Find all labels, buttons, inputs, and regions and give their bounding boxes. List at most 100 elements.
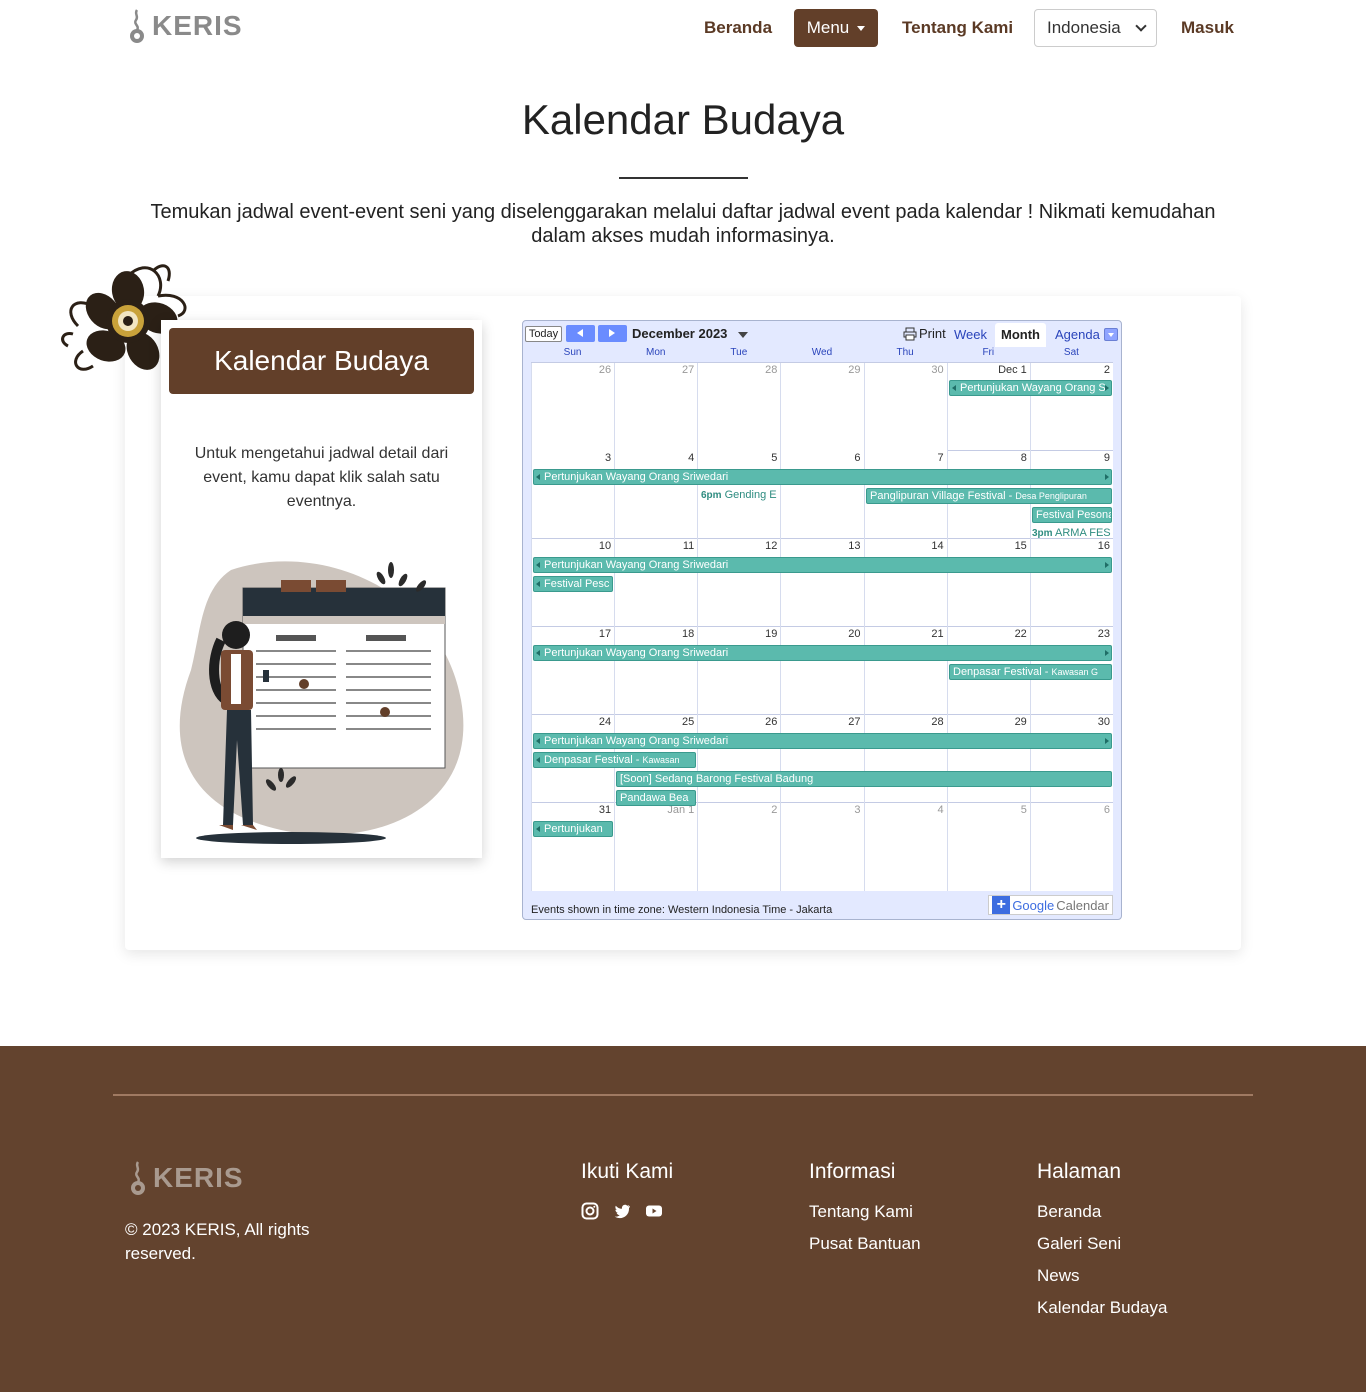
- event-location: Kawasan: [642, 755, 680, 765]
- calendar-day-cell[interactable]: 28: [697, 363, 781, 451]
- calendar-day-cell[interactable]: 18: [614, 627, 697, 715]
- calendar-day-cell[interactable]: 6: [1029, 803, 1113, 891]
- event-festival-pesona[interactable]: Festival Pesona: [1032, 507, 1112, 523]
- weekday-sat: Sat: [1063, 347, 1079, 358]
- calendar-day-cell[interactable]: 2: [1029, 363, 1113, 451]
- event-wayang-orang[interactable]: Pertunjukan Wayang Orang S: [949, 380, 1112, 396]
- calendar-day-cell[interactable]: 2: [697, 803, 781, 891]
- calendar-day-cell[interactable]: Jan 1: [614, 803, 698, 891]
- event-penglipuran[interactable]: Panglipuran Village Festival - Desa Peng…: [866, 488, 1112, 504]
- event-wayang-orang[interactable]: Pertunjukan Wayang Orang Sriwedari: [533, 557, 1112, 573]
- footer-link-pusat-bantuan[interactable]: Pusat Bantuan: [809, 1234, 921, 1254]
- calendar-day-cell[interactable]: 28: [863, 715, 947, 803]
- menu-label: Menu: [806, 18, 850, 37]
- footer-link-news[interactable]: News: [1037, 1266, 1167, 1286]
- weekday-tue: Tue: [730, 347, 748, 358]
- follow-title: Ikuti Kami: [581, 1160, 674, 1183]
- event-wayang-orang[interactable]: Pertunjukan Wayang Orang Sriwedari: [533, 469, 1112, 485]
- footer-link-galeri-seni[interactable]: Galeri Seni: [1037, 1234, 1167, 1254]
- calendar-day-cell[interactable]: 26: [531, 363, 615, 451]
- page-intro: Temukan jadwal event-event seni yang dis…: [150, 201, 1216, 247]
- calendar-day-cell[interactable]: 26: [697, 715, 780, 803]
- calendar-day-cell[interactable]: 4: [863, 803, 947, 891]
- language-select[interactable]: Indonesia: [1034, 9, 1157, 47]
- language-value: Indonesia: [1047, 18, 1121, 37]
- calendar-day-cell[interactable]: 29: [780, 363, 864, 451]
- calendar-day-cell[interactable]: 14: [863, 539, 947, 627]
- today-button[interactable]: Today: [525, 326, 562, 342]
- calendar-day-cell[interactable]: 29: [946, 715, 1030, 803]
- calendar-day-cell[interactable]: 15: [946, 539, 1030, 627]
- calendar-day-cell[interactable]: 13: [780, 539, 863, 627]
- event-wayang-orang[interactable]: Pertunjukan Wayang Orang Sriwedari: [533, 733, 1112, 749]
- calendar-day-cell[interactable]: 20: [780, 627, 863, 715]
- calendar-day-cell[interactable]: 30: [863, 363, 947, 451]
- calendar-day-cell[interactable]: 27: [780, 715, 863, 803]
- previous-month-icon[interactable]: [566, 325, 595, 342]
- weekday-sun: Sun: [563, 347, 582, 358]
- kalendar-budaya-button[interactable]: Kalendar Budaya: [169, 328, 474, 394]
- event-gending[interactable]: 6pm Gending E: [701, 489, 779, 501]
- navbar: KERIS Beranda Menu Tentang Kami Indonesi…: [0, 0, 1366, 56]
- view-dropdown-icon[interactable]: [1104, 328, 1118, 341]
- calendar-day-cell[interactable]: 5: [946, 803, 1030, 891]
- tab-week[interactable]: Week: [948, 323, 993, 347]
- menu-dropdown-button[interactable]: Menu: [794, 9, 878, 47]
- event-denpasar-festival[interactable]: Denpasar Festival - Kawasan G: [949, 664, 1112, 680]
- google-calendar-embed: Today December 2023 Print Week Month Age…: [522, 320, 1122, 920]
- event-location: Desa Penglipuran: [1015, 491, 1087, 501]
- calendar-day-cell[interactable]: 17: [531, 627, 614, 715]
- copyright-text: © 2023 KERIS, All rights reserved.: [125, 1220, 310, 1263]
- nav-beranda[interactable]: Beranda: [704, 18, 772, 38]
- tab-month[interactable]: Month: [995, 323, 1046, 347]
- twitter-icon[interactable]: [613, 1202, 631, 1220]
- google-calendar-badge[interactable]: + Google Calendar: [988, 895, 1113, 915]
- footer-link-kalendar-budaya[interactable]: Kalendar Budaya: [1037, 1298, 1167, 1318]
- follow-section: Ikuti Kami: [581, 1160, 673, 1220]
- calendar-day-cell[interactable]: 31: [531, 803, 614, 891]
- google-wordmark: Google: [1012, 897, 1055, 913]
- calendar-day-cell[interactable]: 19: [697, 627, 780, 715]
- page-title: Kalendar Budaya: [521, 96, 845, 143]
- event-sedang-barong[interactable]: [Soon] Sedang Barong Festival Badung: [616, 771, 1112, 787]
- youtube-icon[interactable]: [645, 1202, 663, 1220]
- calendar-day-cell[interactable]: 4: [614, 451, 697, 539]
- footer-link-beranda[interactable]: Beranda: [1037, 1202, 1167, 1222]
- event-wayang-orang[interactable]: Pertunjukan Wayang Orang Sriwedari: [533, 645, 1112, 661]
- calendar-day-cell[interactable]: 11: [614, 539, 697, 627]
- event-denpasar-festival[interactable]: Denpasar Festival - Kawasan: [533, 752, 696, 768]
- tab-agenda[interactable]: Agenda: [1049, 323, 1106, 347]
- brand-logo[interactable]: KERIS: [124, 8, 243, 44]
- timezone-note: Events shown in time zone: Western Indon…: [531, 904, 833, 916]
- month-caret-icon[interactable]: [738, 332, 748, 338]
- event-title: ARMA FES: [1055, 527, 1111, 539]
- event-festival-pesona[interactable]: Festival Pesc: [533, 576, 613, 592]
- calendar-day-cell[interactable]: 12: [697, 539, 780, 627]
- calendar-day-cell[interactable]: 3: [780, 803, 864, 891]
- calendar-day-cell[interactable]: 6: [780, 451, 863, 539]
- calendar-day-cell[interactable]: 3: [531, 451, 614, 539]
- keris-logo-icon: [130, 9, 144, 43]
- calendar-day-cell[interactable]: 30: [1029, 715, 1113, 803]
- calendar-day-cell[interactable]: 27: [614, 363, 698, 451]
- calendar-day-cell[interactable]: Dec 1: [946, 363, 1030, 451]
- weekday-wed: Wed: [811, 347, 833, 358]
- footer-link-tentang-kami[interactable]: Tentang Kami: [809, 1202, 921, 1222]
- event-pandawa-beach[interactable]: Pandawa Bea: [616, 790, 696, 806]
- calendar-day-cell[interactable]: 16: [1029, 539, 1113, 627]
- event-title: Denpasar Festival -: [544, 754, 643, 766]
- print-label: Print: [919, 326, 946, 341]
- month-label[interactable]: December 2023: [632, 326, 727, 341]
- print-button[interactable]: Print: [903, 326, 946, 341]
- calendar-day-cell[interactable]: 21: [863, 627, 947, 715]
- pages-title: Halaman: [1037, 1160, 1122, 1183]
- event-arma[interactable]: 3pm ARMA FES: [1032, 527, 1112, 539]
- instagram-icon[interactable]: [581, 1202, 599, 1220]
- nav-tentang-kami[interactable]: Tentang Kami: [902, 18, 1013, 38]
- event-wayang-orang[interactable]: Pertunjukan: [533, 821, 613, 837]
- next-month-icon[interactable]: [598, 325, 627, 342]
- info-section: Informasi Tentang Kami Pusat Bantuan: [809, 1160, 921, 1266]
- event-title: Denpasar Festival -: [953, 666, 1052, 678]
- nav-masuk[interactable]: Masuk: [1181, 18, 1234, 38]
- footer-brand-logo[interactable]: KERIS: [125, 1160, 244, 1196]
